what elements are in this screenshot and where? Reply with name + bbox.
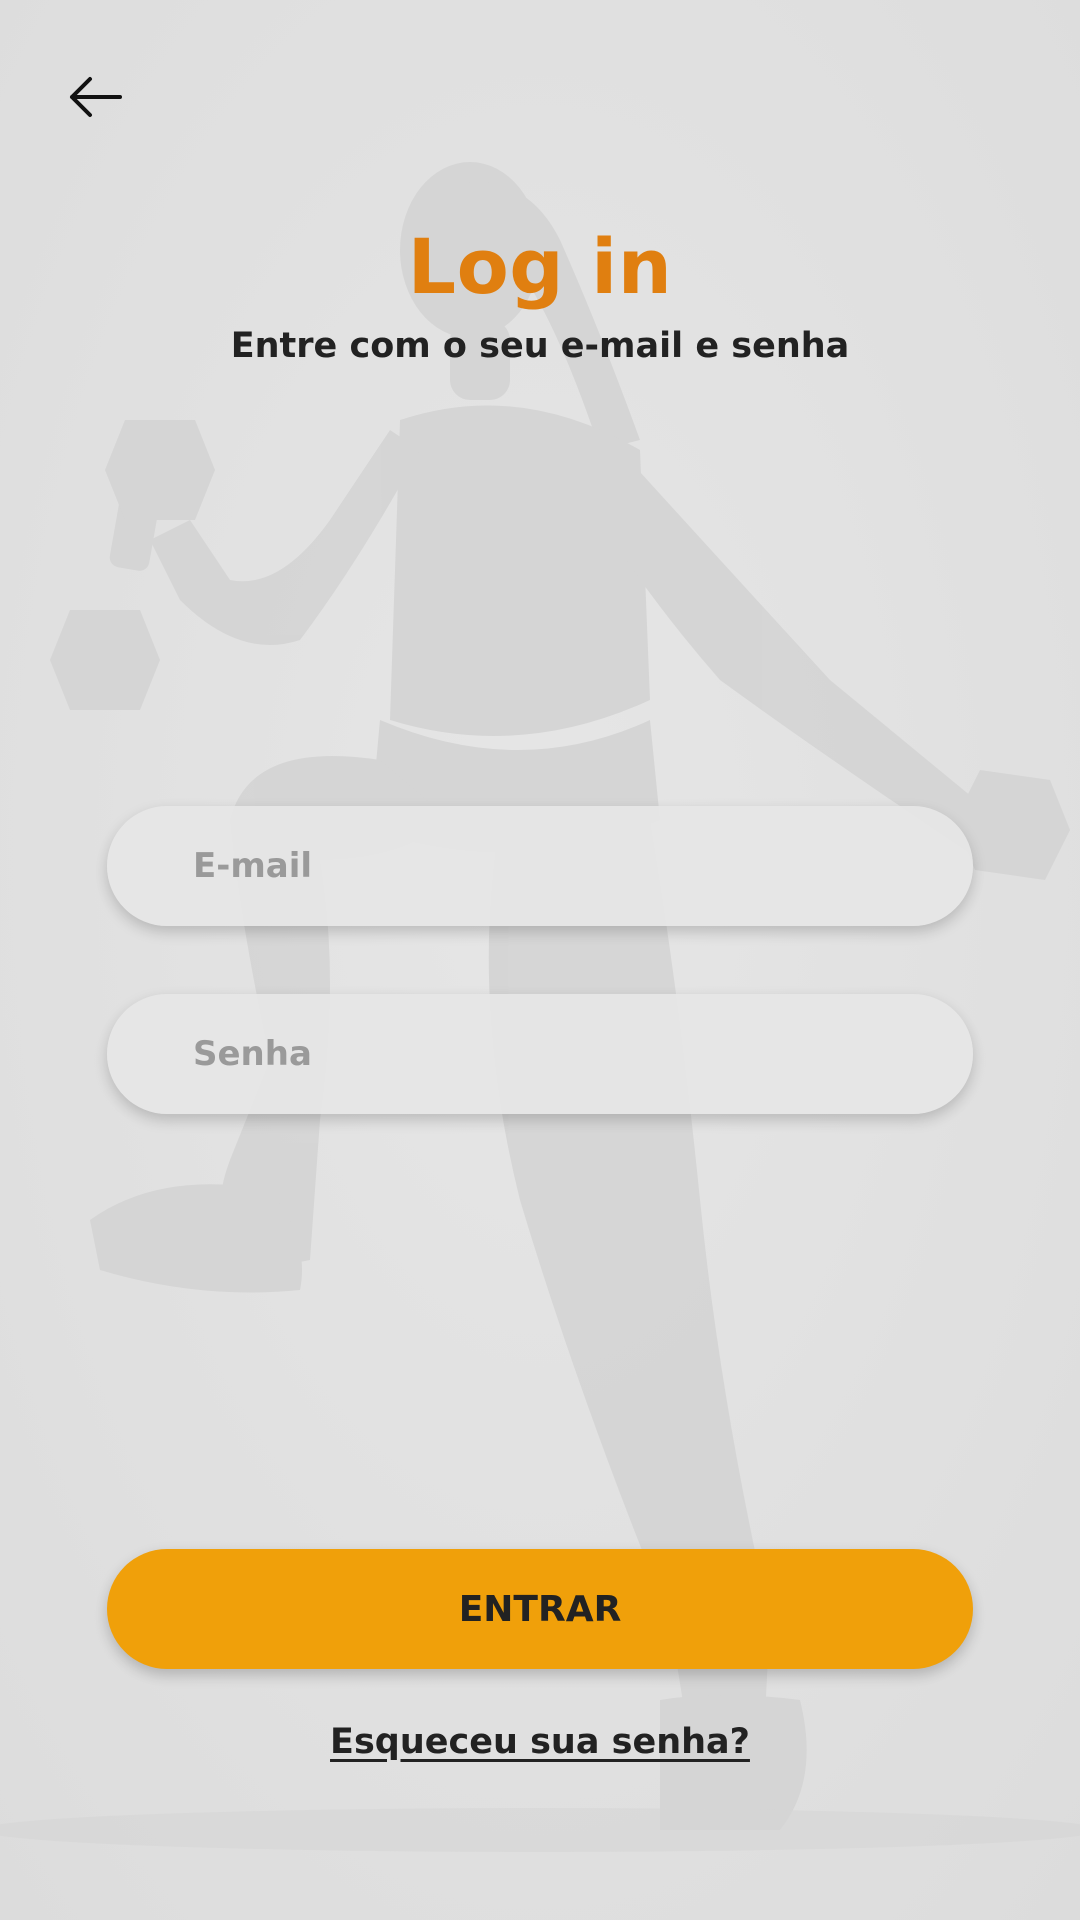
password-input[interactable]: [107, 994, 973, 1114]
page-subtitle: Entre com o seu e-mail e senha: [230, 326, 850, 366]
forgot-password-container: Esqueceu sua senha?: [0, 1722, 1080, 1762]
forgot-password-link[interactable]: Esqueceu sua senha?: [330, 1722, 750, 1762]
login-submit-button[interactable]: ENTRAR: [107, 1549, 973, 1669]
email-input[interactable]: [107, 806, 973, 926]
back-button[interactable]: [60, 62, 130, 132]
password-field-container: [107, 994, 973, 1114]
page-title: Log in: [407, 222, 673, 311]
email-field-container: [107, 806, 973, 926]
arrow-left-icon: [70, 77, 122, 117]
